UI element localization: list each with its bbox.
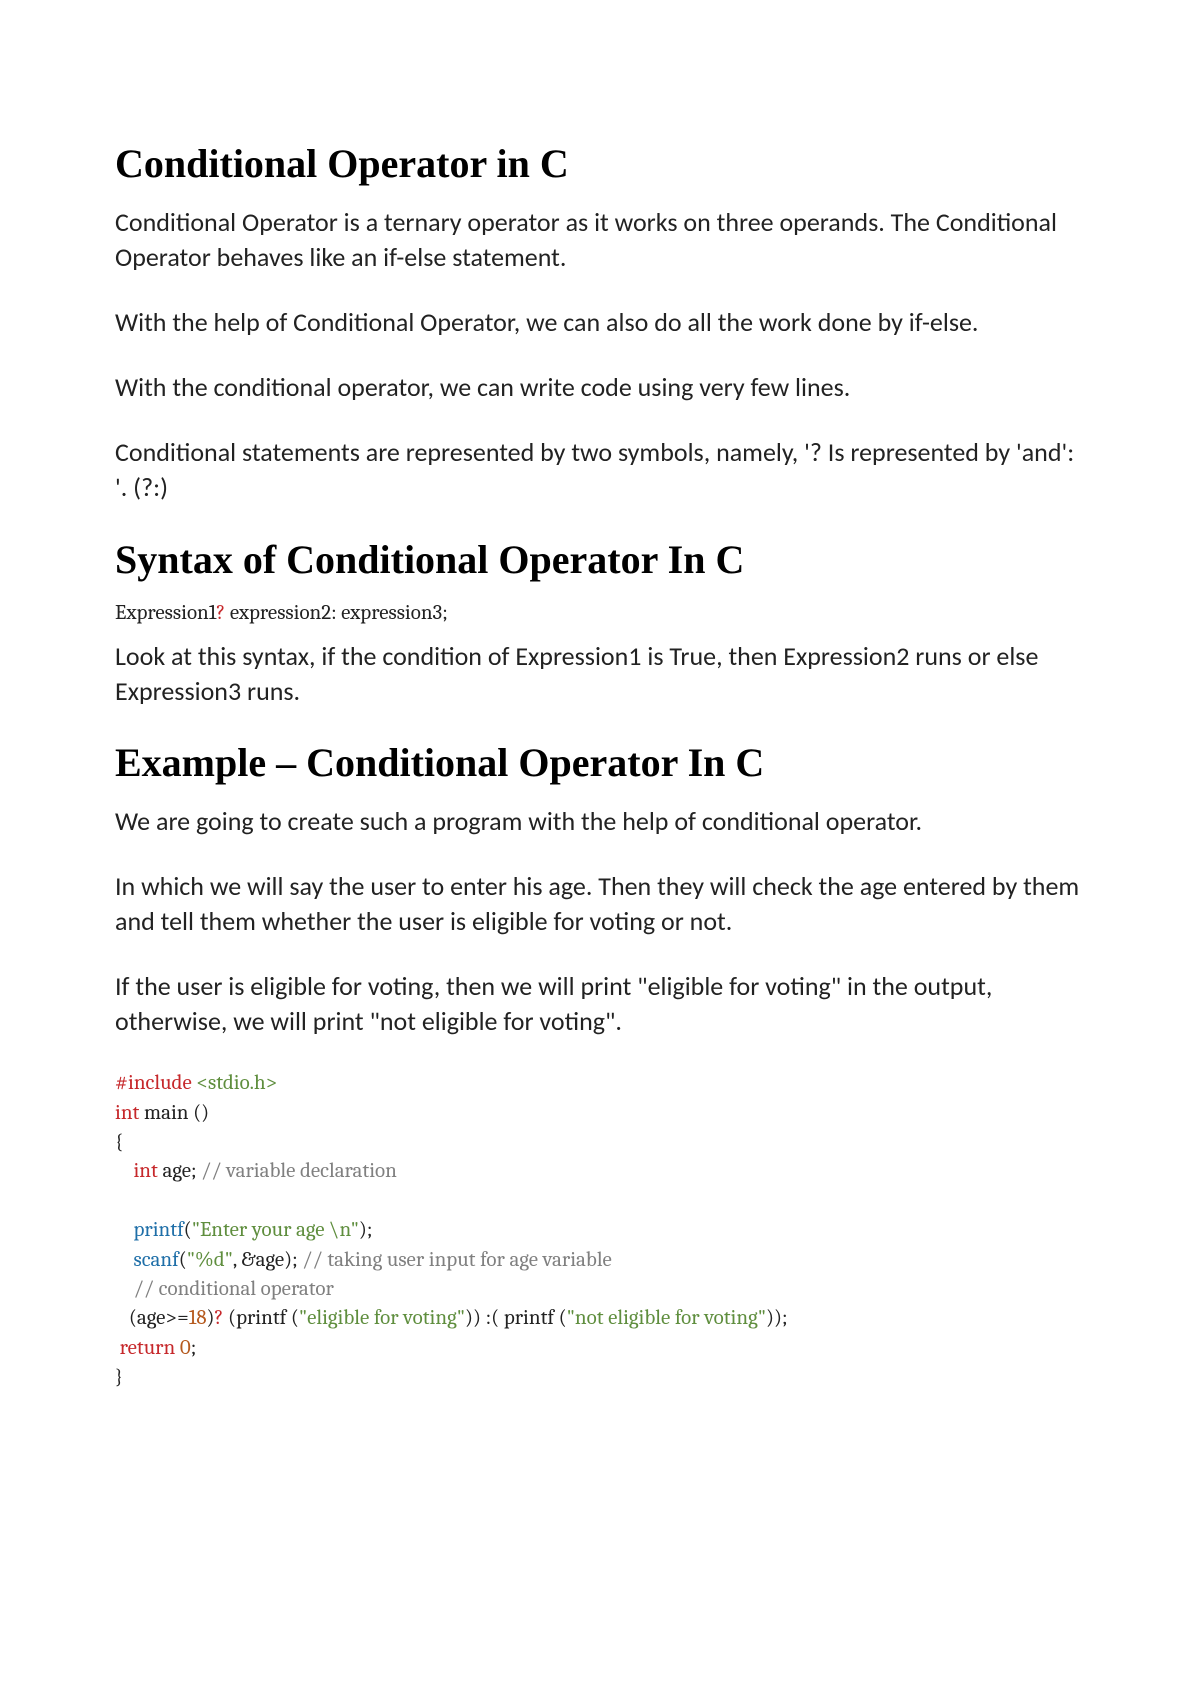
tok-eighteen: 18 — [189, 1306, 207, 1330]
tok-comma-amp: , & — [233, 1248, 256, 1272]
syntax-code: Expression1? expression2: expression3; — [115, 601, 1085, 625]
tok-zero: 0 — [175, 1336, 190, 1360]
tok-return: return — [120, 1336, 176, 1360]
tok-rbrace: } — [115, 1365, 123, 1389]
tok-string4: "not eligible for voting" — [567, 1306, 766, 1330]
paragraph-example-1: We are going to create such a program wi… — [115, 804, 1085, 839]
heading-example: Example – Conditional Operator In C — [115, 739, 1085, 786]
tok-indent5 — [115, 1306, 129, 1330]
tok-header: <stdio.h> — [192, 1071, 278, 1095]
tok-include: #include — [115, 1071, 192, 1095]
paragraph-intro-3: With the conditional operator, we can wr… — [115, 370, 1085, 405]
tok-comment1: // variable declaration — [201, 1159, 397, 1183]
heading-main: Conditional Operator in C — [115, 140, 1085, 187]
tok-string2: "%d" — [187, 1248, 233, 1272]
paragraph-intro-2: With the help of Conditional Operator, w… — [115, 305, 1085, 340]
syntax-expr1: Expression1 — [115, 601, 216, 625]
tok-string1: "Enter your age \n" — [192, 1218, 359, 1242]
tok-string3: "eligible for voting" — [299, 1306, 465, 1330]
tok-popen2: ( — [179, 1248, 187, 1272]
tok-int2: int — [133, 1159, 157, 1183]
tok-age2: age — [256, 1248, 285, 1272]
tok-cond-right: ) — [207, 1306, 215, 1330]
tok-comment2: // taking user input for age variable — [302, 1248, 612, 1272]
tok-lbrace: { — [115, 1130, 123, 1154]
paragraph-intro-1: Conditional Operator is a ternary operat… — [115, 205, 1085, 275]
paragraph-example-3: If the user is eligible for voting, then… — [115, 969, 1085, 1039]
tok-printf: printf — [133, 1218, 183, 1242]
tok-mid2: )) :( printf ( — [465, 1306, 567, 1330]
tok-pclose2: ); — [284, 1248, 302, 1272]
tok-indent4 — [115, 1277, 133, 1301]
tok-int: int — [115, 1101, 139, 1125]
tok-age-decl: age; — [158, 1159, 201, 1183]
tok-mid1: (printf ( — [223, 1306, 298, 1330]
tok-popen1: ( — [184, 1218, 192, 1242]
tok-comment3: // conditional operator — [133, 1277, 333, 1301]
tok-semi: ; — [191, 1336, 197, 1360]
tok-indent3 — [115, 1248, 133, 1272]
document-page: Conditional Operator in C Conditional Op… — [0, 0, 1200, 1697]
paragraph-syntax-explain: Look at this syntax, if the condition of… — [115, 639, 1085, 709]
syntax-rest: expression2: expression3; — [225, 601, 448, 625]
tok-indent — [115, 1159, 133, 1183]
tok-cond-left: (age>= — [129, 1306, 189, 1330]
paragraph-example-2: In which we will say the user to enter h… — [115, 869, 1085, 939]
tok-pclose1: ); — [359, 1218, 373, 1242]
tok-mid3: )); — [766, 1306, 788, 1330]
tok-main: main () — [139, 1101, 209, 1125]
syntax-question-mark: ? — [216, 601, 225, 625]
paragraph-intro-4: Conditional statements are represented b… — [115, 435, 1085, 505]
tok-scanf: scanf — [133, 1248, 178, 1272]
heading-syntax: Syntax of Conditional Operator In C — [115, 536, 1085, 583]
code-block: #include <stdio.h> int main () { int age… — [115, 1069, 1085, 1392]
tok-indent2 — [115, 1218, 133, 1242]
